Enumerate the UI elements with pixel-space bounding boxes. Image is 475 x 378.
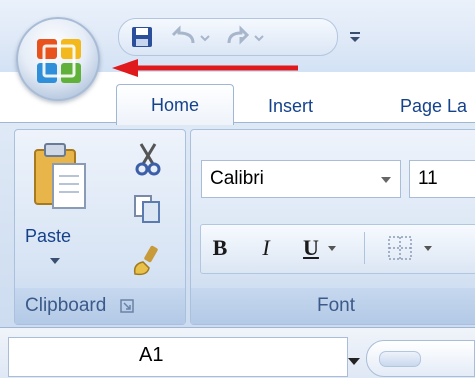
customize-qat-icon[interactable]	[345, 19, 365, 55]
tab-home-label: Home	[150, 94, 199, 115]
splitter-handle	[379, 351, 421, 367]
clipboard-group-label: Clipboard	[15, 288, 185, 324]
paste-dropdown-icon[interactable]	[49, 256, 61, 266]
paste-button[interactable]: Paste	[25, 138, 95, 288]
name-box-dropdown-icon[interactable]	[347, 356, 361, 366]
toolbar-divider	[364, 232, 365, 264]
bold-button[interactable]: B	[204, 228, 236, 268]
tab-insert[interactable]: Insert	[268, 90, 348, 122]
format-painter-icon[interactable]	[131, 244, 161, 278]
paste-label: Paste	[25, 226, 72, 246]
font-size-combo[interactable]: 11	[409, 160, 475, 198]
clipboard-label-text: Clipboard	[25, 295, 107, 316]
font-name-combo[interactable]: Calibri	[201, 160, 401, 198]
underline-button[interactable]: U	[292, 228, 348, 268]
borders-icon	[388, 236, 412, 260]
red-arrow-annotation	[112, 59, 298, 77]
tab-home[interactable]: Home	[116, 84, 234, 125]
underline-dropdown-icon[interactable]	[327, 243, 337, 253]
borders-dropdown-icon[interactable]	[423, 243, 433, 253]
font-size-value: 11	[418, 168, 438, 189]
save-icon[interactable]	[125, 19, 159, 55]
redo-icon[interactable]	[219, 19, 269, 55]
cut-icon[interactable]	[135, 142, 161, 176]
tab-page-layout[interactable]: Page La	[400, 90, 475, 122]
undo-icon[interactable]	[165, 19, 213, 55]
tab-page-layout-label: Page La	[400, 95, 468, 116]
font-name-dropdown-icon[interactable]	[380, 175, 392, 185]
italic-label: I	[262, 235, 270, 260]
name-box[interactable]: A1	[8, 337, 360, 377]
formula-bar-splitter[interactable]	[366, 340, 475, 377]
font-group-label: Font	[191, 288, 475, 324]
font-label-text: Font	[316, 295, 356, 316]
office-button[interactable]	[16, 17, 100, 101]
italic-button[interactable]: I	[250, 228, 282, 268]
tab-insert-label: Insert	[268, 95, 314, 116]
borders-button[interactable]	[374, 228, 446, 268]
copy-icon[interactable]	[133, 194, 163, 224]
paste-icon	[34, 143, 86, 209]
office-logo-icon	[37, 39, 81, 83]
quick-access-toolbar	[118, 18, 360, 56]
bold-label: B	[212, 235, 228, 260]
underline-label: U	[303, 235, 319, 260]
clipboard-group: Paste Clipboard	[14, 129, 186, 325]
dialog-launcher-icon[interactable]	[120, 299, 135, 313]
font-name-value: Calibri	[210, 168, 264, 189]
name-box-value: A1	[139, 344, 164, 366]
